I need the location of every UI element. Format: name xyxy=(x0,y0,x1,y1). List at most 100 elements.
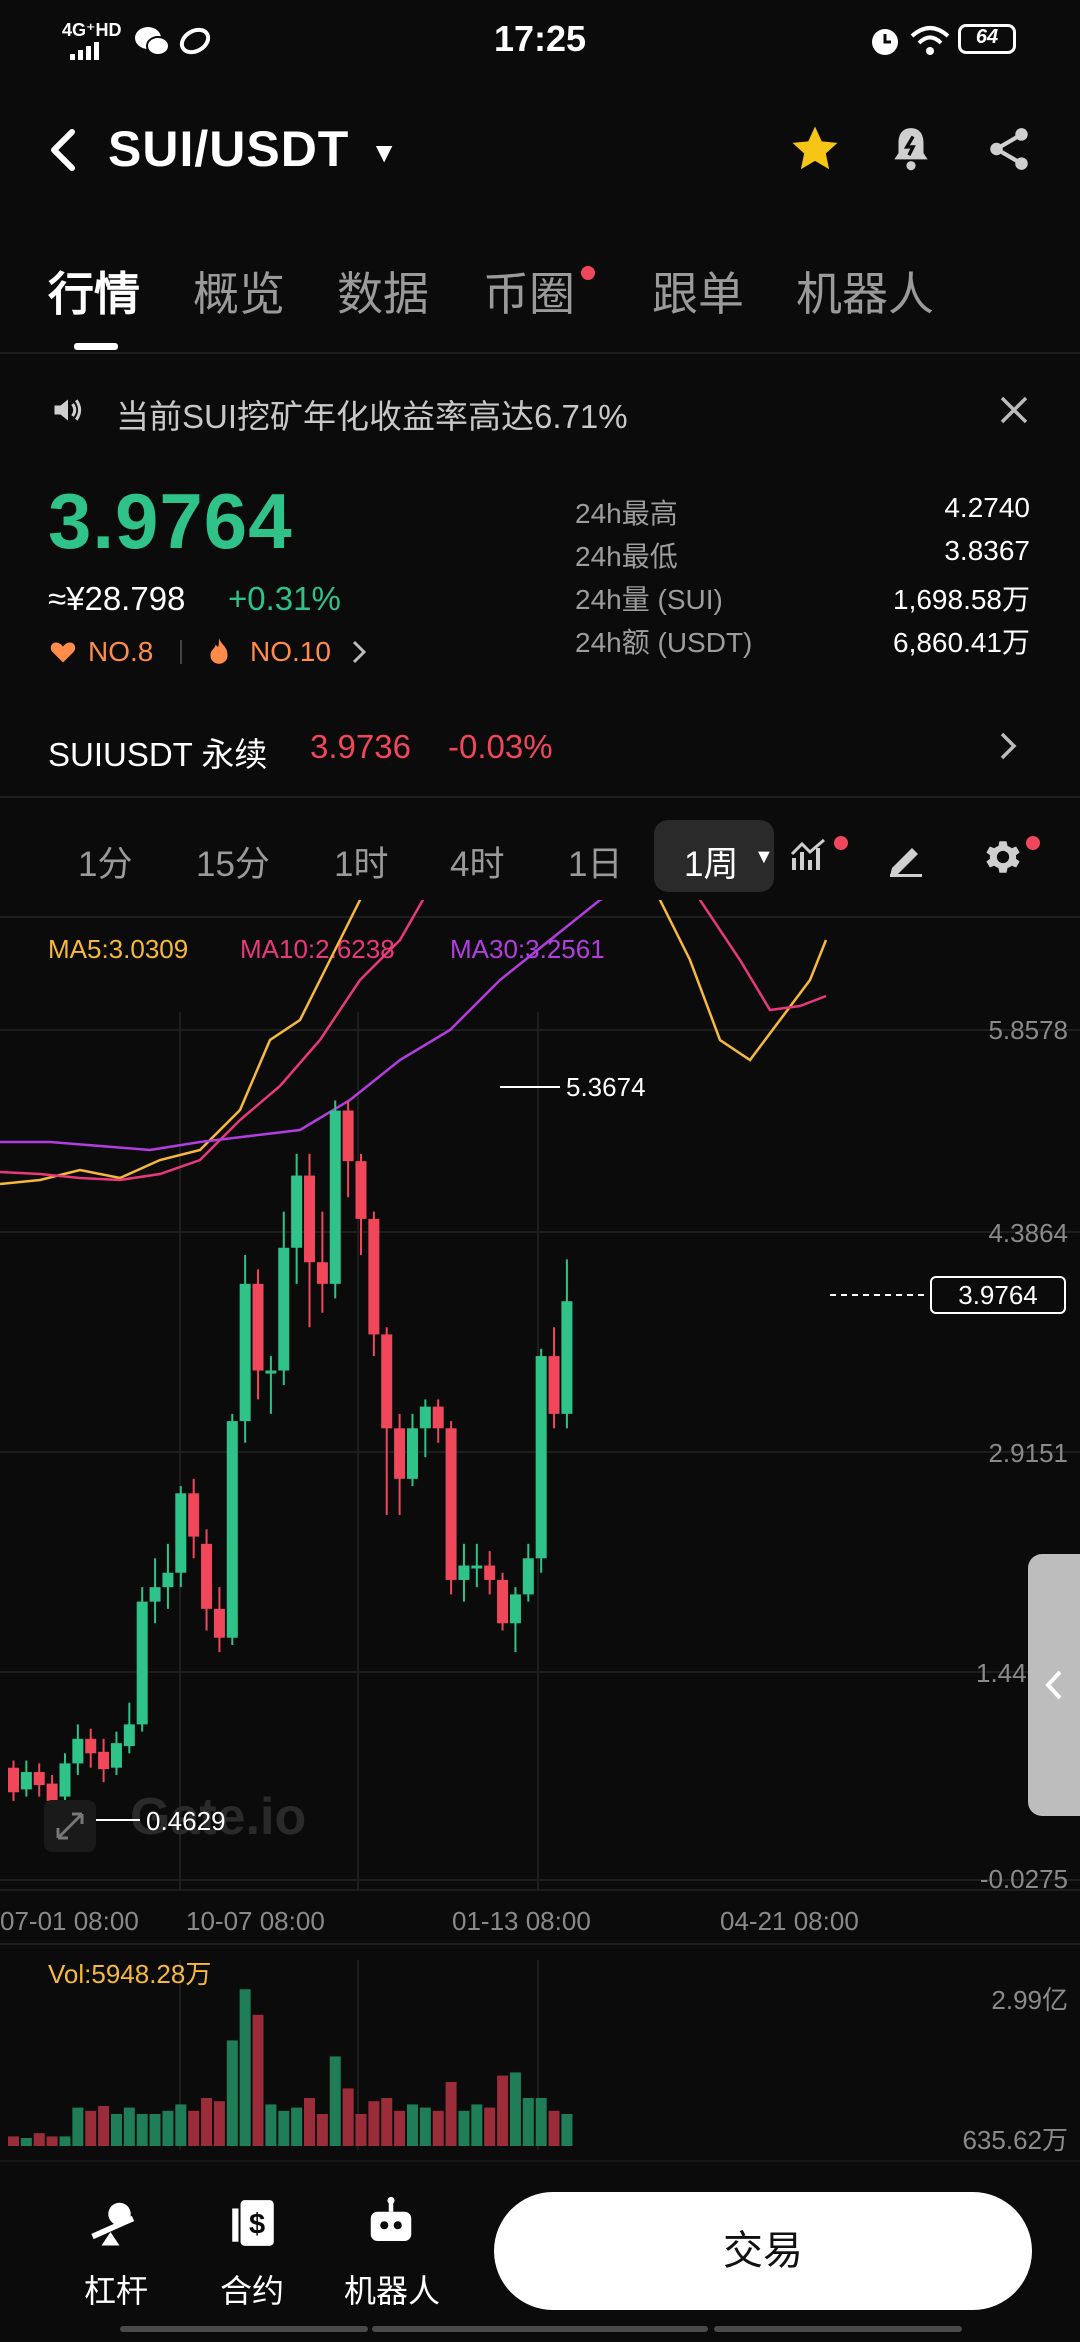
stat-value-high: 4.2740 xyxy=(944,492,1030,523)
candle-body xyxy=(8,1767,19,1793)
volume-bar xyxy=(381,2098,393,2146)
x-tick: 04-21 08:00 xyxy=(720,1906,859,1936)
candle-body xyxy=(471,1565,483,1569)
tab-bots[interactable]: 机器人 xyxy=(796,258,934,324)
volume-bar xyxy=(175,2104,187,2146)
last-price: 3.9764 xyxy=(48,477,293,565)
y-tick: 5.8578 xyxy=(988,1015,1068,1045)
volume-bar xyxy=(522,2098,534,2146)
perp-name: SUIUSDT 永续 xyxy=(48,736,268,773)
stat-label-volume: 24h量 (SUI) xyxy=(575,584,723,615)
volume-tick: 2.99亿 xyxy=(991,1985,1068,2015)
tab-community[interactable]: 币圈 xyxy=(483,258,575,324)
volume-bar xyxy=(368,2101,380,2146)
chevron-right-icon xyxy=(350,638,368,671)
volume-bar xyxy=(509,2072,521,2146)
pair-selector[interactable]: SUI/USDT ▼ xyxy=(108,120,399,178)
ma5-line xyxy=(0,900,828,1186)
volume-bar xyxy=(123,2107,135,2146)
volume-bar xyxy=(8,2136,19,2146)
tab-overview[interactable]: 概览 xyxy=(193,258,285,324)
volume-bar xyxy=(110,2114,122,2146)
candles xyxy=(8,1100,573,1810)
side-panel-handle[interactable] xyxy=(1028,1554,1080,1816)
candle-body xyxy=(458,1565,470,1580)
volume-bar xyxy=(20,2138,32,2146)
volume-bar xyxy=(188,2110,200,2146)
close-icon[interactable] xyxy=(998,394,1030,431)
perpetual-row[interactable]: SUIUSDT 永续 3.9736 -0.03% xyxy=(0,700,1080,796)
cny-price: ≈¥28.798 xyxy=(48,580,186,617)
volume-tick: 635.62万 xyxy=(962,2125,1068,2155)
x-tick: 01-13 08:00 xyxy=(452,1906,591,1936)
candle-body xyxy=(123,1724,135,1747)
tab-copy-trading[interactable]: 跟单 xyxy=(652,258,744,324)
volume-bar xyxy=(149,2114,161,2146)
expand-icon[interactable] xyxy=(44,1800,96,1852)
heat-rank-value: NO.10 xyxy=(250,636,331,667)
draw-tool-icon[interactable] xyxy=(886,838,926,883)
candle-body xyxy=(33,1772,45,1786)
y-tick: 2.9151 xyxy=(988,1438,1068,1468)
volume-bar xyxy=(59,2136,71,2146)
notification-dot xyxy=(834,836,848,850)
chevron-right-icon xyxy=(998,730,1020,767)
interval-1d[interactable]: 1日 xyxy=(568,836,622,887)
pair-title: SUI/USDT xyxy=(108,121,350,177)
caret-down-icon: ▼ xyxy=(754,846,774,868)
interval-15m[interactable]: 15分 xyxy=(196,836,270,887)
candle-body xyxy=(162,1572,174,1588)
candle-body xyxy=(291,1175,303,1248)
stat-label-low: 24h最低 xyxy=(575,541,678,572)
volume-bar xyxy=(458,2110,470,2146)
share-icon[interactable] xyxy=(984,124,1034,179)
x-tick: 10-07 08:00 xyxy=(186,1906,325,1936)
volume-bar xyxy=(432,2110,444,2146)
candle-body xyxy=(252,1283,264,1371)
contract-label: 合约 xyxy=(220,2273,285,2309)
candle-body xyxy=(509,1594,521,1624)
candle-body xyxy=(561,1301,573,1414)
notice-text[interactable]: 当前SUI挖矿年化收益率高达6.71% xyxy=(116,390,628,438)
volume-bar xyxy=(548,2110,560,2146)
volume-bar xyxy=(46,2136,58,2146)
volume-bars xyxy=(8,1989,573,2146)
tab-data[interactable]: 数据 xyxy=(337,258,429,324)
volume-bar xyxy=(291,2107,303,2146)
ma10-line xyxy=(0,900,827,1182)
indicator-icon[interactable] xyxy=(790,836,834,881)
x-tick: 07-01 08:00 xyxy=(0,1906,139,1936)
candle-body xyxy=(548,1356,560,1414)
volume-bar xyxy=(561,2114,573,2146)
volume-bar xyxy=(471,2104,483,2146)
candle-body xyxy=(72,1738,84,1764)
volume-bar xyxy=(304,2098,316,2146)
interval-4h[interactable]: 4时 xyxy=(450,836,504,887)
volume-bar xyxy=(213,2101,225,2146)
rank-row[interactable]: NO.8 NO.10 xyxy=(48,636,388,668)
high-price-label: 5.3674 xyxy=(566,1072,646,1102)
interval-1h[interactable]: 1时 xyxy=(334,836,388,887)
perp-change: -0.03% xyxy=(448,728,553,765)
candle-body xyxy=(497,1579,509,1624)
notification-dot xyxy=(1026,836,1040,850)
settings-gear-icon[interactable] xyxy=(982,836,1024,883)
volume-bar xyxy=(136,2114,148,2146)
candle-body xyxy=(522,1558,534,1595)
volume-bar xyxy=(394,2110,406,2146)
volume-bar xyxy=(355,2114,367,2146)
interval-1w[interactable]: 1周 xyxy=(684,836,738,887)
volume-bar xyxy=(72,2107,84,2146)
volume-bar xyxy=(278,2110,290,2146)
interval-1m[interactable]: 1分 xyxy=(78,836,132,887)
back-icon[interactable] xyxy=(44,126,84,179)
rank-value: NO.8 xyxy=(88,636,154,667)
volume-bar xyxy=(497,2075,509,2146)
heart-icon xyxy=(48,638,78,671)
trade-button[interactable]: 交易 xyxy=(494,2192,1032,2310)
battery-icon: 64 xyxy=(958,24,1016,54)
price-alert-bell-icon[interactable] xyxy=(886,124,936,179)
candle-body xyxy=(329,1110,341,1284)
favorite-star-icon[interactable] xyxy=(788,122,842,181)
tab-market[interactable]: 行情 xyxy=(48,258,140,324)
